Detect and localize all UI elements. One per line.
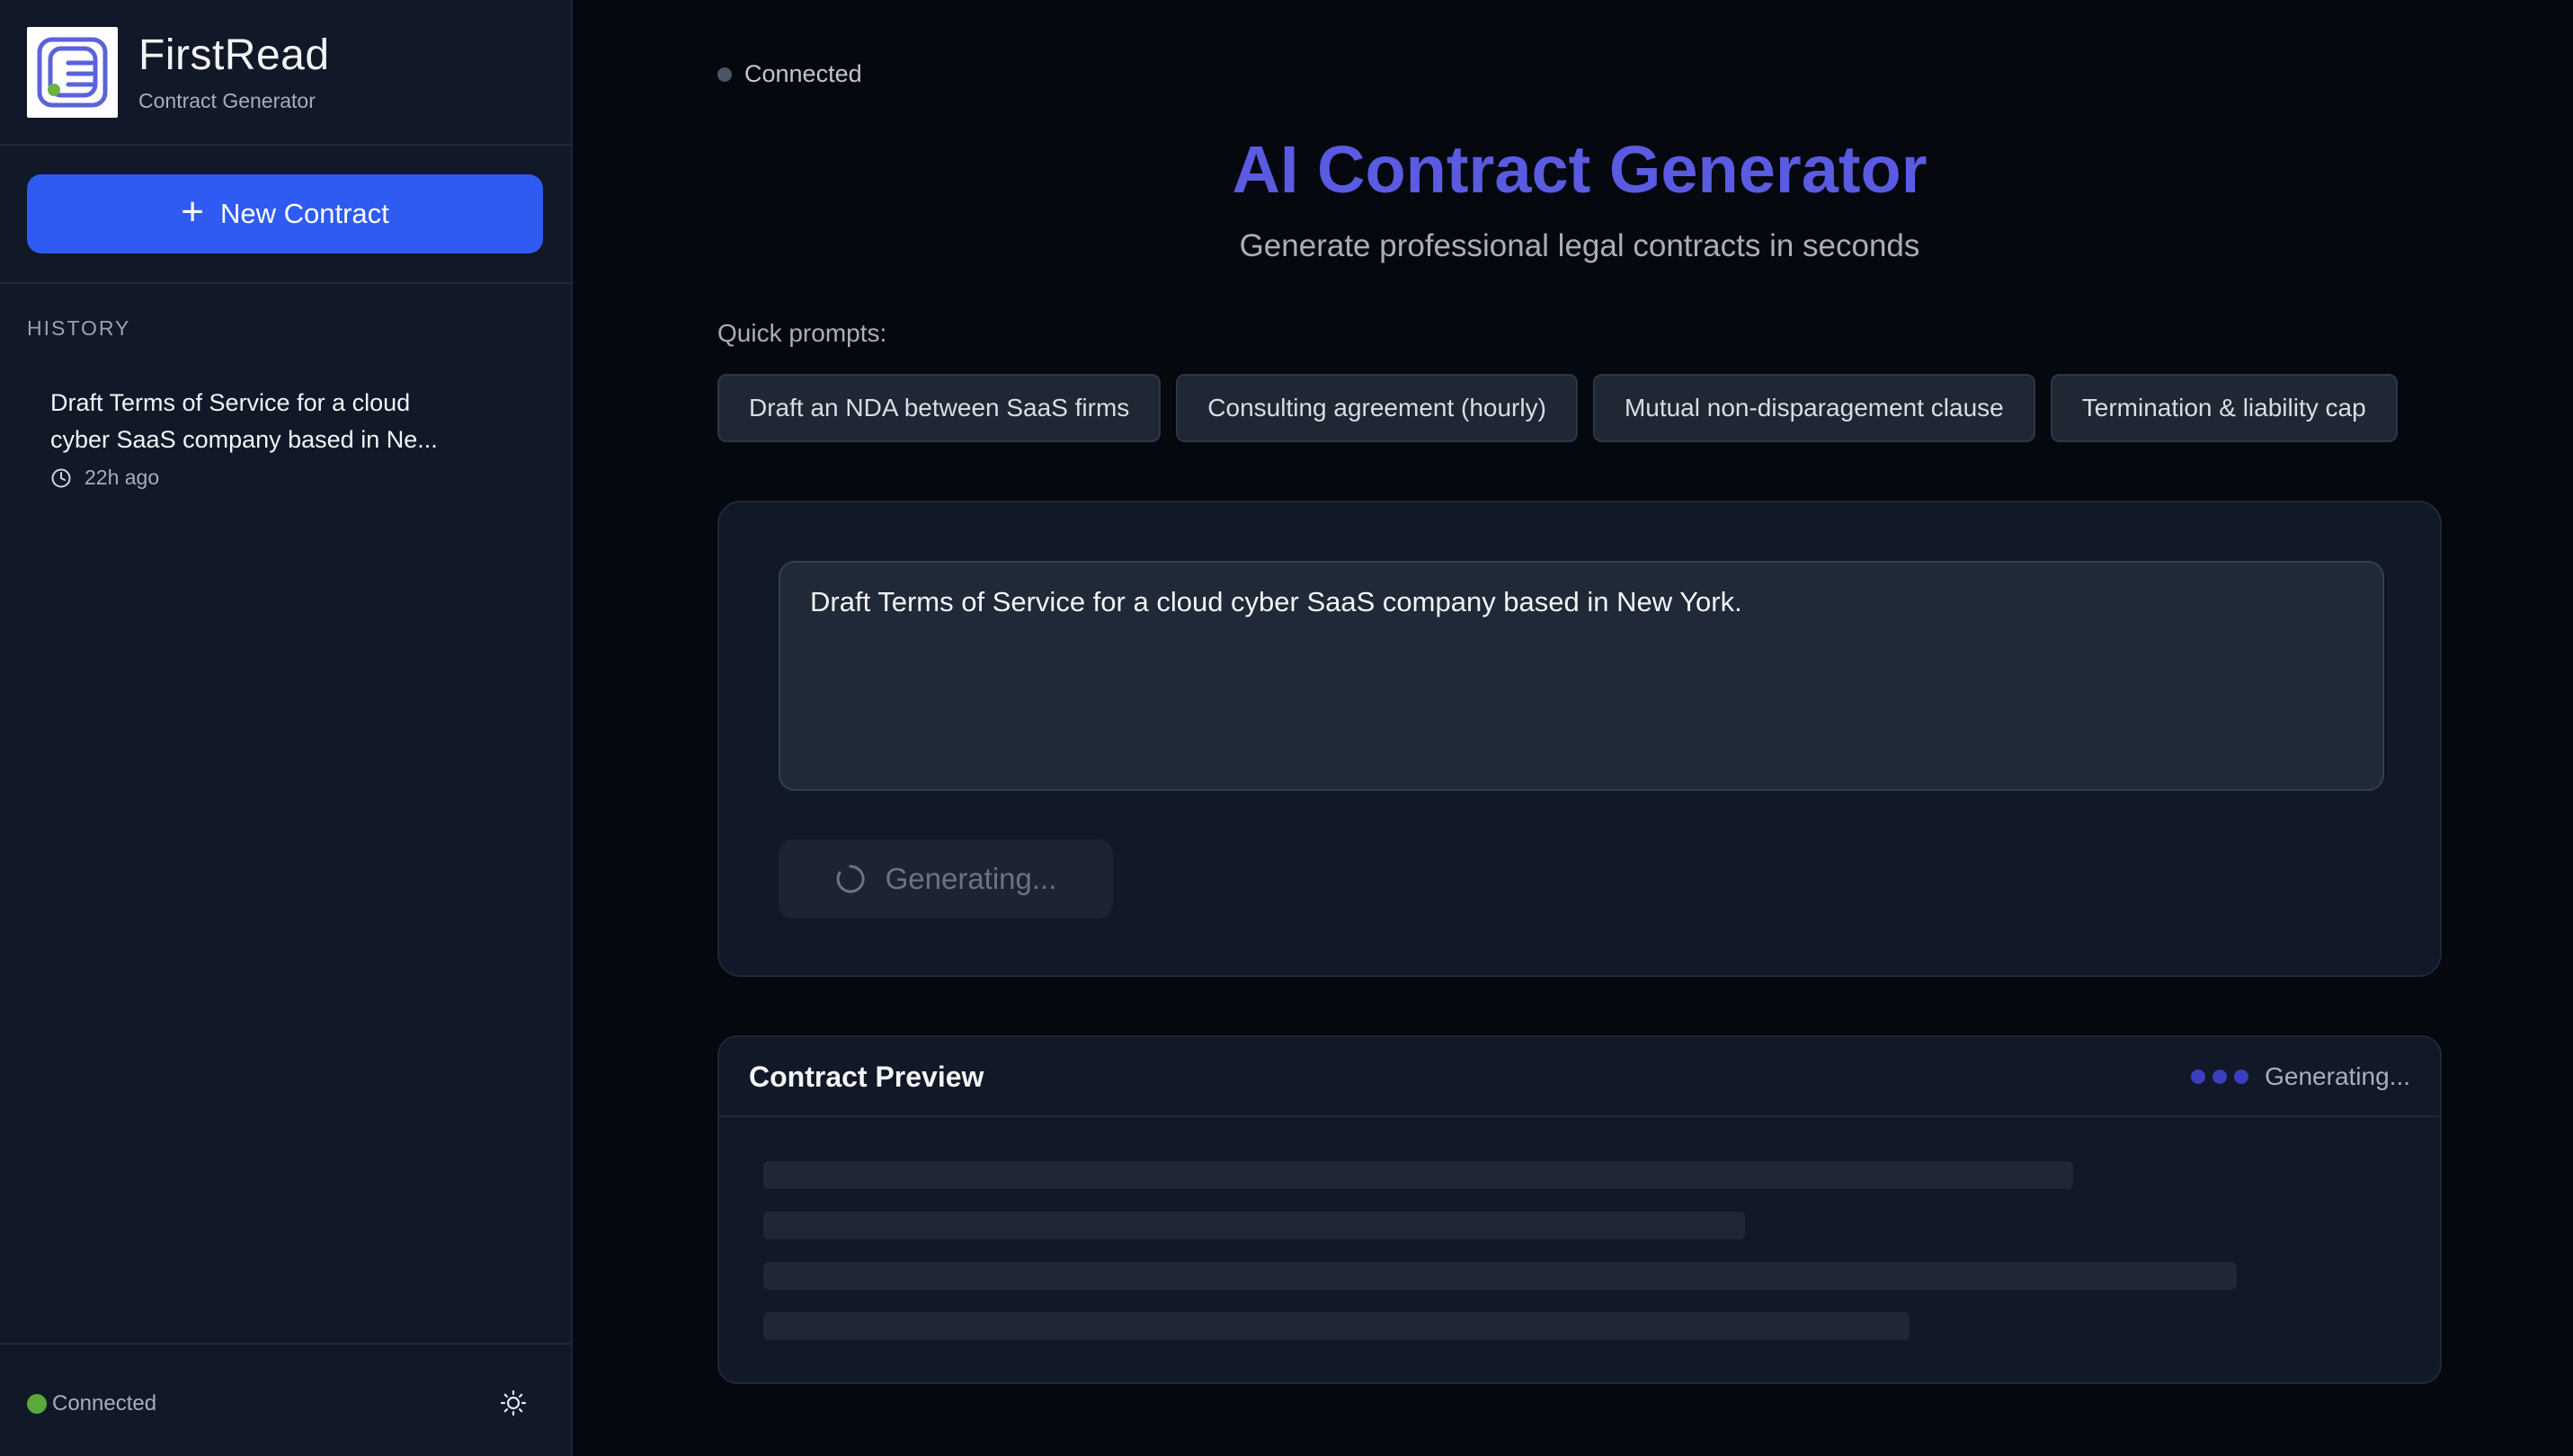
plus-icon: + — [181, 190, 204, 234]
generate-button[interactable]: Generating... — [779, 839, 1113, 919]
page-subtitle: Generate professional legal contracts in… — [1239, 228, 1920, 263]
divider — [0, 282, 571, 284]
new-contract-button[interactable]: + New Contract — [27, 174, 543, 253]
quick-prompts: Draft an NDA between SaaS firms Consulti… — [717, 374, 2398, 442]
page-title: AI Contract Generator — [1232, 132, 1928, 207]
quick-prompt-chip[interactable]: Termination & liability cap — [2050, 374, 2398, 442]
history-item-time: 22h ago — [50, 466, 159, 490]
history-item-time-label: 22h ago — [85, 466, 160, 489]
history-item[interactable]: Draft Terms of Service for a cloud cyber… — [27, 372, 543, 498]
connection-status: Connected — [717, 60, 862, 88]
preview-status: Generating... — [2191, 1062, 2410, 1091]
connection-status-label: Connected — [744, 60, 862, 87]
clock-icon — [51, 468, 71, 487]
sidebar: FirstRead Contract Generator + New Contr… — [0, 0, 573, 1456]
prompt-input[interactable]: Draft Terms of Service for a cloud cyber… — [779, 561, 2384, 791]
history-item-title: Draft Terms of Service for a cloud cyber… — [50, 389, 438, 453]
footer-connection-status: Connected — [27, 1391, 156, 1416]
brand-header: FirstRead Contract Generator — [0, 0, 571, 146]
prompt-card: Draft Terms of Service for a cloud cyber… — [717, 501, 2442, 977]
status-dot-icon — [27, 1394, 47, 1414]
preview-status-label: Generating... — [2265, 1062, 2410, 1090]
skeleton-line — [763, 1312, 1910, 1340]
status-dot-icon — [717, 67, 732, 82]
history-heading: HISTORY — [27, 316, 131, 340]
app-subtitle: Contract Generator — [138, 89, 316, 112]
app-name: FirstRead — [138, 31, 330, 79]
app-logo — [27, 27, 118, 118]
loading-dots-icon — [2191, 1070, 2249, 1084]
sun-icon — [500, 1389, 527, 1416]
new-contract-label: New Contract — [219, 198, 389, 229]
quick-prompt-chip[interactable]: Draft an NDA between SaaS firms — [717, 374, 1162, 442]
preview-title: Contract Preview — [749, 1061, 984, 1093]
quick-prompt-chip[interactable]: Mutual non-disparagement clause — [1592, 374, 2035, 442]
spinner-icon — [836, 865, 865, 893]
contract-preview: Contract Preview Generating... — [717, 1035, 2442, 1384]
sidebar-footer: Connected — [0, 1343, 571, 1456]
skeleton-line — [763, 1262, 2237, 1290]
footer-status-label: Connected — [52, 1391, 157, 1416]
generate-button-label: Generating... — [885, 862, 1057, 895]
skeleton-line — [763, 1212, 1745, 1239]
quick-prompt-chip[interactable]: Consulting agreement (hourly) — [1176, 374, 1578, 442]
skeleton-line — [763, 1161, 2073, 1189]
preview-header: Contract Preview Generating... — [719, 1037, 2440, 1117]
theme-toggle-button[interactable] — [493, 1382, 534, 1424]
quick-prompts-label: Quick prompts: — [717, 319, 887, 347]
